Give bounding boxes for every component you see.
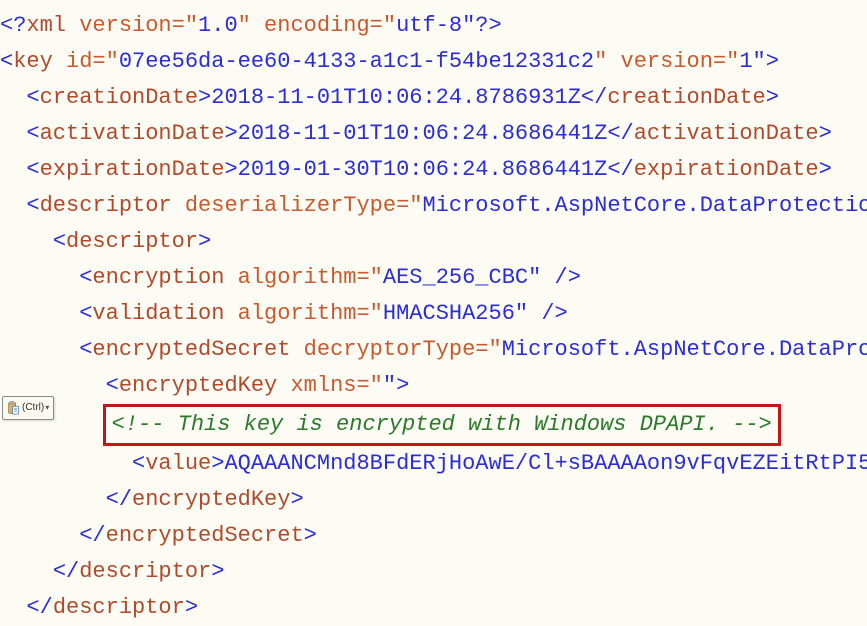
- code-line: <encryptedKey xmlns="">: [0, 368, 867, 404]
- paste-options-button[interactable]: (Ctrl) ▾: [2, 396, 54, 420]
- code-line: <validation algorithm="HMACSHA256" />: [0, 296, 867, 332]
- code-line: </descriptor>: [0, 554, 867, 590]
- code-line: <encryption algorithm="AES_256_CBC" />: [0, 260, 867, 296]
- xml-editor-pane[interactable]: <?xml version="1.0" encoding="utf-8"?> <…: [0, 0, 867, 626]
- code-line: <descriptor>: [0, 224, 867, 260]
- highlighted-comment: <!-- This key is encrypted with Windows …: [103, 404, 781, 446]
- chevron-down-icon: ▾: [45, 397, 49, 419]
- code-line: <descriptor deserializerType="Microsoft.…: [0, 188, 867, 224]
- code-line: <expirationDate>2019-01-30T10:06:24.8686…: [0, 152, 867, 188]
- code-line: </descriptor>: [0, 590, 867, 626]
- code-line: <key id="07ee56da-ee60-4133-a1c1-f54be12…: [0, 44, 867, 80]
- code-line: <!-- This key is encrypted with Windows …: [0, 404, 867, 446]
- paste-options-label: (Ctrl): [22, 397, 44, 419]
- code-line: <?xml version="1.0" encoding="utf-8"?>: [0, 8, 867, 44]
- code-line: <creationDate>2018-11-01T10:06:24.878693…: [0, 80, 867, 116]
- clipboard-icon: [6, 401, 20, 415]
- code-line: </encryptedSecret>: [0, 518, 867, 554]
- code-line: <encryptedSecret decryptorType="Microsof…: [0, 332, 867, 368]
- code-line: </encryptedKey>: [0, 482, 867, 518]
- code-line: <value>AQAAANCMnd8BFdERjHoAwE/Cl+sBAAAAo…: [0, 446, 867, 482]
- code-line: <activationDate>2018-11-01T10:06:24.8686…: [0, 116, 867, 152]
